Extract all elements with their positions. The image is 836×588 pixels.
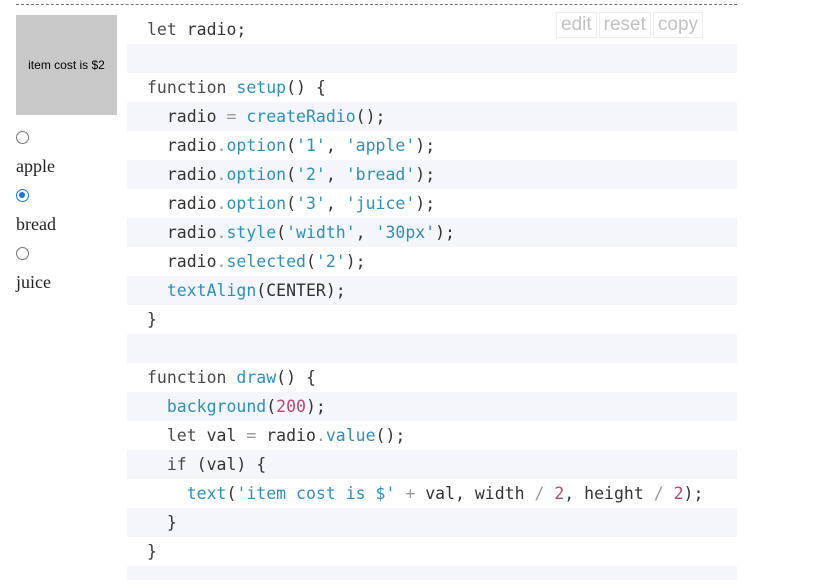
- radio-label-apple: apple: [16, 156, 55, 176]
- code-line: let val = radio.value();: [166, 426, 406, 445]
- code-line: radio.option('3', 'juice');: [147, 194, 436, 213]
- code-line: [127, 44, 737, 73]
- code-line: }: [147, 542, 157, 561]
- code-line: function draw() {: [147, 368, 316, 387]
- radio-option-bread[interactable]: bread: [16, 188, 116, 246]
- edit-button[interactable]: edit: [556, 12, 597, 38]
- code-line: radio.option('1', 'apple');: [147, 136, 436, 155]
- code-line: [127, 566, 737, 580]
- code-line: radio.option('2', 'bread');: [127, 160, 737, 189]
- radio-button-apple[interactable]: [16, 131, 29, 144]
- radio-option-juice[interactable]: juice: [16, 246, 116, 304]
- code-line: radio = createRadio();: [127, 102, 737, 131]
- sketch-canvas: item cost is $2: [16, 15, 117, 115]
- radio-option-apple[interactable]: apple: [16, 130, 116, 188]
- radio-button-bread[interactable]: [16, 189, 29, 202]
- code-editor[interactable]: let radio; function setup() { radio = cr…: [127, 15, 737, 580]
- radio-button-juice[interactable]: [16, 247, 29, 260]
- code-line: text('item cost is $' + val, width / 2, …: [186, 484, 704, 503]
- canvas-text: item cost is $2: [28, 58, 105, 72]
- code-line: function setup() {: [147, 78, 326, 97]
- reset-button[interactable]: reset: [598, 12, 651, 38]
- top-divider: [16, 4, 737, 5]
- radio-label-bread: bread: [16, 214, 56, 234]
- code-line: radio.selected('2');: [147, 252, 366, 271]
- code-line: radio.style('width', '30px');: [127, 218, 737, 247]
- code-line: background(200);: [127, 392, 737, 421]
- code-line: textAlign(CENTER);: [127, 276, 737, 305]
- code-line: [127, 334, 737, 363]
- radio-label-juice: juice: [16, 272, 51, 292]
- radio-group: apple bread juice: [16, 130, 116, 304]
- copy-button[interactable]: copy: [652, 12, 704, 38]
- code-line: }: [147, 310, 157, 329]
- code-line: if (val) {: [127, 450, 737, 479]
- editor-toolbar: edit reset copy: [556, 12, 704, 38]
- code-line: }: [127, 508, 737, 537]
